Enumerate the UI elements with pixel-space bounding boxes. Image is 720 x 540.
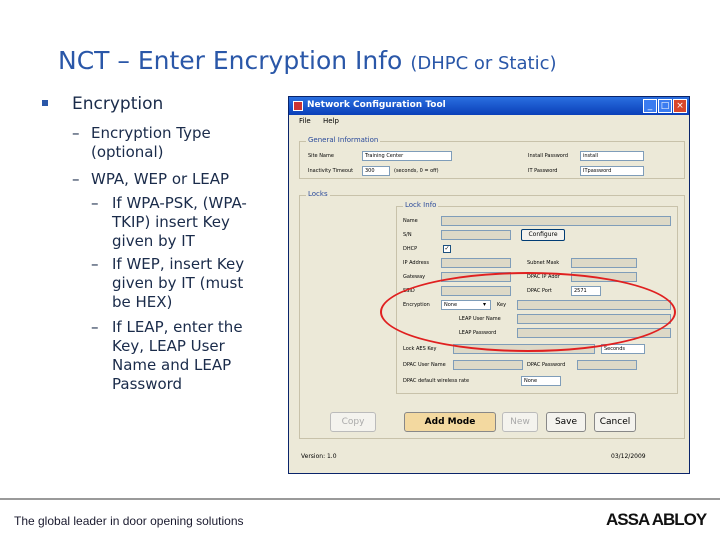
sn-field[interactable] — [441, 230, 511, 240]
sub3-line3: given by IT — [112, 232, 195, 250]
window-title: Network Configuration Tool — [307, 100, 446, 110]
dash-2: – — [72, 170, 80, 188]
general-info-label: General Information — [306, 136, 381, 144]
sub1-line1: Encryption Type — [91, 124, 211, 142]
general-info-group: General Information Site Name Training C… — [299, 136, 685, 179]
ip-address-label: IP Address — [403, 260, 429, 266]
dash-4: – — [91, 255, 99, 273]
subnet-mask-field[interactable] — [571, 258, 637, 268]
window-titlebar: Network Configuration Tool _ □ × — [289, 97, 689, 115]
dpac-user-field[interactable] — [453, 360, 523, 370]
lock-aes-key-label: Lock AES Key — [403, 346, 437, 352]
bullet-encryption: Encryption — [72, 94, 164, 114]
sub1-line2: (optional) — [91, 143, 164, 161]
sub5-line3: Name and LEAP — [112, 356, 232, 374]
sub5-line1: If LEAP, enter the — [112, 318, 243, 336]
locks-label: Locks — [306, 190, 330, 198]
sub4-line2: given by IT (must — [112, 274, 244, 292]
dash-3: – — [91, 194, 99, 212]
menu-help[interactable]: Help — [323, 117, 339, 125]
menu-file[interactable]: File — [299, 117, 311, 125]
footer-divider — [0, 498, 720, 500]
lock-info-label: Lock Info — [403, 201, 439, 209]
slide-title: NCT – Enter Encryption Info (DHPC or Sta… — [58, 46, 557, 75]
name-field[interactable] — [441, 216, 671, 226]
sub5-line4: Password — [112, 375, 183, 393]
copy-button[interactable]: Copy — [330, 412, 376, 432]
name-label: Name — [403, 218, 418, 224]
dhcp-checkbox[interactable]: ✓ — [443, 245, 451, 253]
inactivity-hint: (seconds, 0 = off) — [394, 168, 439, 174]
site-name-label: Site Name — [308, 153, 334, 159]
subnet-mask-label: Subnet Mask — [527, 260, 560, 266]
inactivity-field[interactable]: 300 — [362, 166, 390, 176]
bullet-square-icon — [42, 100, 48, 106]
sub5-line2: Key, LEAP User — [112, 337, 225, 355]
ip-address-field[interactable] — [441, 258, 511, 268]
sub2: WPA, WEP or LEAP — [91, 170, 230, 188]
sub3-line2: TKIP) insert Key — [112, 213, 230, 231]
title-main: NCT – Enter Encryption Info — [58, 46, 403, 75]
it-password-field[interactable]: ITpassword — [580, 166, 644, 176]
rate-select[interactable]: None — [521, 376, 561, 386]
app-icon — [293, 101, 303, 111]
it-password-label: IT Password — [528, 168, 558, 174]
site-name-field[interactable]: Training Center — [362, 151, 452, 161]
dpac-rate-label: DPAC default wireless rate — [403, 378, 470, 384]
sub4-line3: be HEX) — [112, 293, 173, 311]
add-mode-button[interactable]: Add Mode — [404, 412, 496, 432]
dpac-password-field[interactable] — [577, 360, 637, 370]
configure-button[interactable]: Configure — [521, 229, 565, 241]
title-sub: (DHPC or Static) — [410, 53, 557, 74]
dash-5: – — [91, 318, 99, 336]
assa-abloy-logo: ASSA ABLOY — [606, 510, 707, 529]
footer-tagline: The global leader in door opening soluti… — [14, 514, 244, 528]
sn-label: S/N — [403, 232, 412, 238]
dash-1: – — [72, 124, 80, 142]
inactivity-label: Inactivity Timeout — [308, 168, 354, 174]
sub3-line1: If WPA-PSK, (WPA- — [112, 194, 247, 212]
dhcp-label: DHCP — [403, 246, 418, 252]
minimize-icon[interactable]: _ — [643, 99, 657, 113]
highlight-ellipse — [380, 272, 676, 352]
gateway-label: Gateway — [403, 274, 426, 280]
dpac-password-label: DPAC Password — [527, 362, 566, 368]
dpac-user-label: DPAC User Name — [403, 362, 446, 368]
cancel-button[interactable]: Cancel — [594, 412, 636, 432]
close-icon[interactable]: × — [673, 99, 687, 113]
install-password-label: Install Password — [528, 153, 568, 159]
menu-bar: File Help — [289, 115, 689, 127]
date-label: 03/12/2009 — [611, 453, 646, 460]
version-label: Version: 1.0 — [301, 453, 337, 460]
sub4-line1: If WEP, insert Key — [112, 255, 245, 273]
new-button[interactable]: New — [502, 412, 538, 432]
save-button[interactable]: Save — [546, 412, 586, 432]
maximize-icon[interactable]: □ — [658, 99, 672, 113]
install-password-field[interactable]: install — [580, 151, 644, 161]
